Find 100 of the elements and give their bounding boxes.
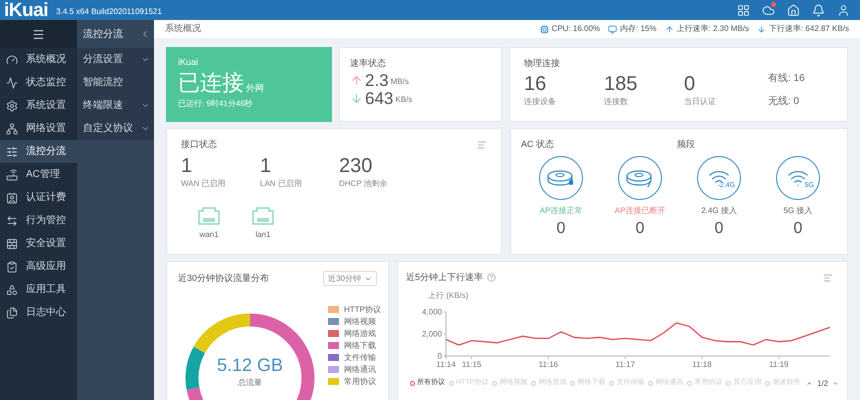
sidebar-item[interactable]: 系统设置 — [0, 94, 77, 117]
status-text: 上行速率: 2.30 MB/s — [676, 23, 749, 35]
ethernet-port-icon — [197, 206, 221, 226]
speed-unit: MB/s — [390, 76, 409, 88]
stat-label: 当日认证 — [684, 96, 717, 108]
stat-value: 1 — [181, 156, 194, 176]
legend-label: 常用协议 — [344, 376, 376, 388]
monitor-icon — [608, 24, 618, 34]
network-label: 外网 — [246, 84, 264, 94]
sliders-icon — [6, 146, 18, 158]
card-title: 物理连接 — [524, 57, 561, 70]
legend-label: 网络通讯 — [344, 364, 376, 376]
port-label: lan1 — [255, 228, 271, 240]
submenu-item[interactable]: 智能流控 — [77, 71, 154, 94]
y-tick-label: 2,000 — [422, 329, 442, 338]
sidebar-item[interactable]: 流控分流 — [0, 140, 77, 163]
down-arrow-icon — [350, 92, 363, 104]
network-icon — [6, 122, 18, 134]
clipboard-check-icon — [6, 260, 18, 272]
legend-label: HTTP协议 — [344, 304, 381, 316]
sidebar-item[interactable]: 高级应用 — [0, 255, 77, 278]
pulse-icon — [6, 76, 18, 88]
y-tick-label: 4,000 — [422, 307, 442, 316]
speed-value: 2.3 — [365, 72, 389, 88]
x-tick-label: 11:16 — [538, 360, 558, 368]
sidebar-item[interactable]: 日志中心 — [0, 301, 77, 324]
sidebar-item[interactable]: 状态监控 — [0, 71, 77, 94]
x-tick-label: 11:18 — [692, 360, 712, 368]
page-indicator: 1/2 — [817, 378, 828, 390]
up-arrow-icon — [350, 74, 363, 86]
card-title: AC 状态 — [521, 138, 556, 151]
brand-text: iKuai — [178, 56, 200, 69]
stat-label: WAN 已启用 — [181, 178, 227, 190]
x-tick-label: 11:19 — [769, 360, 789, 368]
y-axis — [444, 311, 446, 356]
up-arrow-icon — [664, 24, 674, 34]
user-icon[interactable] — [837, 4, 850, 16]
sidebar-item[interactable]: 认证计费 — [0, 186, 77, 209]
status-text: 下行速率: 642.87 KB/s — [768, 23, 849, 35]
connection-status: 已连接 — [178, 72, 244, 94]
wired-count: 有线: 16 — [768, 72, 805, 86]
wall-icon — [6, 238, 18, 250]
sidebar-item[interactable]: 系统概况 — [0, 48, 77, 71]
sidebar-item[interactable]: 行为管控 — [0, 209, 77, 232]
card-title: 频段 — [677, 138, 695, 151]
ethernet-port-icon — [251, 206, 275, 226]
range-select[interactable]: 近30分钟 — [323, 271, 377, 286]
stat-value: 230 — [339, 156, 374, 176]
sidebar-item[interactable]: AC管理 — [0, 163, 77, 186]
uptime-text: 已运行: 9时41分46秒 — [178, 98, 254, 110]
submenu-item[interactable]: 自定义协议 — [77, 117, 154, 140]
arrows-icon — [6, 214, 18, 226]
legend-label: 网络游戏 — [344, 328, 376, 340]
router-icon — [6, 168, 18, 180]
status-text: 内存: 15% — [620, 23, 656, 35]
status-label: 2.4G 接入 — [701, 204, 737, 216]
sidebar-item[interactable]: 应用工具 — [0, 278, 77, 301]
shapes-icon — [6, 284, 18, 296]
status-text: CPU: 16.00% — [552, 23, 600, 35]
stat-value: 0 — [684, 74, 696, 94]
legend-label: 网络下载 — [344, 340, 376, 352]
axis-title: 上行 (KB/s) — [428, 290, 470, 302]
total-label: 总流量 — [238, 377, 262, 389]
submenu-item[interactable]: 终端限速 — [77, 94, 154, 117]
wireless-count: 无线: 0 — [768, 94, 800, 109]
cloud-icon[interactable] — [762, 4, 775, 16]
stat-value: 185 — [604, 74, 638, 94]
stat-label: DHCP 池剩余 — [339, 178, 389, 190]
status-count: 0 — [714, 220, 724, 236]
sidebar-item[interactable]: 安全设置 — [0, 232, 77, 255]
gauge-icon — [6, 54, 18, 66]
total-value: 5.12 GB — [216, 356, 284, 374]
bell-icon[interactable] — [812, 4, 825, 16]
apps-icon[interactable] — [737, 4, 750, 16]
status-label: AP连接已断开 — [614, 204, 666, 216]
x-tick-label: 11:15 — [462, 360, 482, 368]
stat-value: 16 — [524, 74, 548, 94]
speed-value: 643 — [365, 90, 394, 106]
y-tick-label: 0 — [438, 351, 442, 360]
card-title: 近5分钟上下行速率 — [406, 271, 484, 284]
submenu-item[interactable]: 分流设置 — [77, 48, 154, 71]
stat-label: 连接数 — [604, 96, 629, 108]
breadcrumb: 系统概况 — [165, 22, 201, 36]
home-icon[interactable] — [787, 4, 800, 16]
cpu-icon — [540, 24, 549, 34]
speed-unit: KB/s — [395, 94, 412, 106]
legend-label: 文件传输 — [344, 352, 376, 364]
submenu-title: 流控分流 — [83, 28, 123, 42]
down-arrow-icon — [756, 24, 766, 34]
card-title: 速率状态 — [350, 57, 387, 70]
id-card-icon — [6, 192, 18, 204]
legend-label: 网络视频 — [344, 316, 376, 328]
status-count: 0 — [636, 220, 644, 236]
status-count: 0 — [794, 220, 802, 236]
sidebar-item[interactable]: 网络设置 — [0, 117, 77, 140]
x-tick-label: 11:14 — [436, 360, 456, 368]
card-title: 近30分钟协议流量分布 — [178, 272, 270, 285]
stat-label: 连接设备 — [524, 96, 557, 108]
menu-icon[interactable] — [32, 28, 45, 40]
stat-label: LAN 已启用 — [260, 178, 303, 190]
